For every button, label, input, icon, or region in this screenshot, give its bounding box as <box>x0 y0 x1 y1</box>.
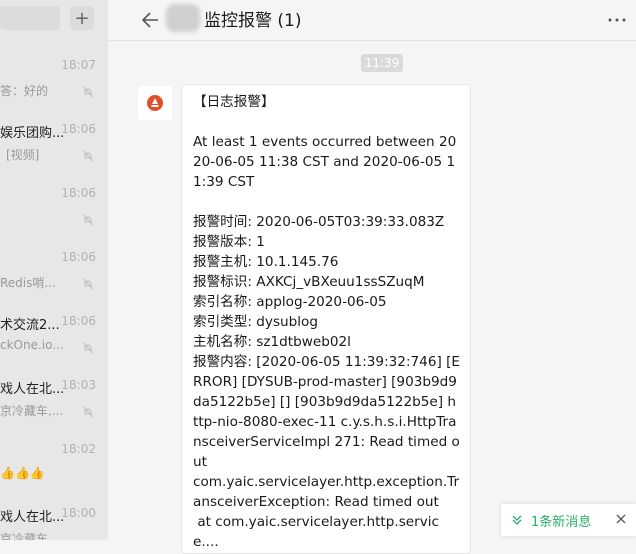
avatar[interactable] <box>138 86 172 120</box>
conversation-preview: 👍👍👍 <box>0 466 45 480</box>
conversation-item[interactable]: 娱乐团购... 18:06 [视频] <box>0 114 108 178</box>
mute-bell-icon <box>82 406 94 418</box>
conversation-preview: 答：好的 <box>0 84 49 98</box>
message-bubble[interactable]: 【日志报警】 At least 1 events occurred betwee… <box>181 84 471 554</box>
conversation-item[interactable]: 戏人在北... 18:03 京冷藏车,... <box>0 370 108 434</box>
conversation-time: 18:06 <box>61 314 96 328</box>
conversation-preview: Redis哨... <box>0 276 56 290</box>
search-input[interactable] <box>0 6 60 30</box>
back-arrow-icon[interactable] <box>138 8 162 32</box>
time-divider: 11:39 <box>361 54 403 72</box>
chat-header: 监控报警 (1) <box>108 0 636 41</box>
conversation-item[interactable]: 18:06 Redis哨... <box>0 242 108 306</box>
conversation-item[interactable]: 18:02 👍👍👍 <box>0 434 108 498</box>
conversation-preview: 京冷藏车,... <box>0 404 64 418</box>
mute-bell-icon <box>82 150 94 162</box>
add-button[interactable]: + <box>70 6 94 30</box>
blurred-name <box>166 4 200 32</box>
conversation-list: + 18:07 答：好的 娱乐团购... 18:06 [视频] 18:06 18… <box>0 0 108 540</box>
conversation-time: 18:06 <box>61 186 96 200</box>
conversation-time: 18:03 <box>61 378 96 392</box>
conversation-name: 戏人在北... <box>0 382 65 397</box>
mute-bell-icon <box>82 86 94 98</box>
conversation-name: 娱乐团购... <box>0 126 65 141</box>
conversation-preview: [视频] <box>6 148 40 162</box>
conversation-preview: 京冷藏车 <box>0 532 49 540</box>
mute-bell-icon <box>82 278 94 290</box>
new-message-label: 1条新消息 <box>531 514 592 530</box>
conversation-time: 18:06 <box>61 122 96 136</box>
double-chevron-down-icon <box>512 515 522 525</box>
message-text: 【日志报警】 At least 1 events occurred betwee… <box>193 94 460 550</box>
conversation-time: 18:02 <box>61 442 96 456</box>
conversation-item[interactable]: 术交流2... 18:06 ckOne.io... <box>0 306 108 370</box>
conversation-time: 18:00 <box>61 506 96 520</box>
close-icon[interactable] <box>614 512 628 526</box>
alert-bot-icon <box>147 95 163 111</box>
mute-bell-icon <box>82 342 94 354</box>
conversation-item[interactable]: 18:07 答：好的 <box>0 50 108 114</box>
conversation-time: 18:06 <box>61 250 96 264</box>
conversation-time: 18:07 <box>61 58 96 72</box>
conversation-name: 术交流2... <box>0 318 60 333</box>
conversation-preview: ckOne.io... <box>0 338 64 352</box>
conversation-item[interactable]: 戏人在北... 18:00 京冷藏车 <box>0 498 108 540</box>
conversation-name: 戏人在北... <box>0 510 65 525</box>
mute-bell-icon <box>82 214 94 226</box>
new-message-indicator[interactable]: 1条新消息 <box>501 504 636 536</box>
conversation-item[interactable]: 18:06 <box>0 178 108 242</box>
chat-title: 监控报警 (1) <box>204 11 302 31</box>
more-icon[interactable] <box>608 18 626 22</box>
